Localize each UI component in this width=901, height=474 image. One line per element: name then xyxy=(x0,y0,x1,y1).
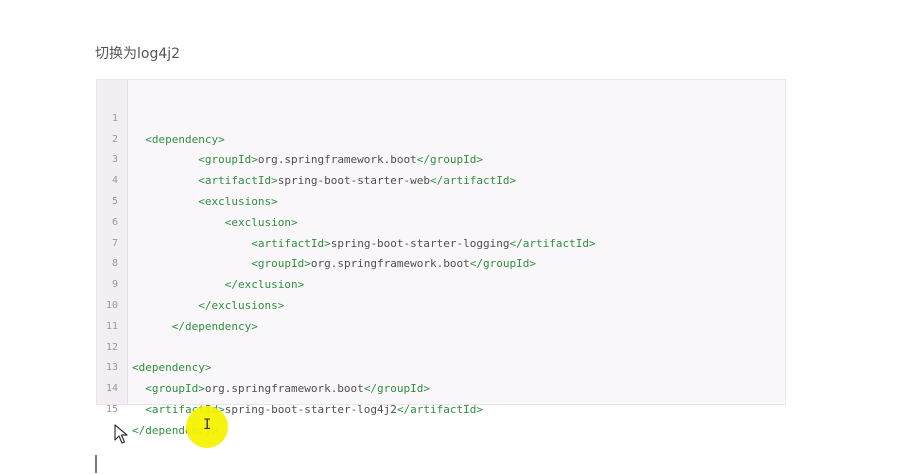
text-caret xyxy=(95,455,97,473)
code-line: 1 <dependency> xyxy=(97,88,785,146)
code-line: 12 <dependency> xyxy=(97,317,785,375)
code-line: 7 <groupId>org.springframework.boot</gro… xyxy=(97,213,785,271)
code-line: 3 <artifactId>spring-boot-starter-web</a… xyxy=(97,130,785,187)
code-line: 9 </exclusions> xyxy=(97,254,785,312)
code-line: 5 <exclusion> xyxy=(97,171,785,229)
code-line: 13 <groupId>org.springframework.boot</gr… xyxy=(97,338,785,395)
xml-tag: </artifactId> xyxy=(396,402,484,416)
text-cursor-icon: I xyxy=(203,417,212,433)
section-title: 切换为log4j2 xyxy=(95,46,181,62)
code-line: 14 <artifactId>spring-boot-starter-log4j… xyxy=(97,358,785,416)
line-content: <artifactId>spring-boot-starter-log4j2</… xyxy=(132,400,483,421)
code-line: 4 <exclusions> xyxy=(97,150,785,208)
code-line: 8 </exclusion> xyxy=(97,234,785,291)
code-line: 15 </dependency> xyxy=(97,379,785,437)
code-line: 6 <artifactId>spring-boot-starter-loggin… xyxy=(97,192,785,250)
code-block[interactable]: 1 <dependency> 2 <groupId>org.springfram… xyxy=(96,79,786,437)
xml-text: spring-boot-starter-log4j2 xyxy=(224,402,397,416)
code-line: 2 <groupId>org.springframework.boot</gro… xyxy=(97,109,785,167)
code-lines: 1 <dependency> 2 <groupId>org.springfram… xyxy=(97,88,785,437)
code-line: 11 xyxy=(97,296,785,332)
mouse-pointer-icon xyxy=(114,424,128,444)
line-number: 15 xyxy=(105,403,118,415)
code-line: 10 </dependency> xyxy=(97,275,785,333)
